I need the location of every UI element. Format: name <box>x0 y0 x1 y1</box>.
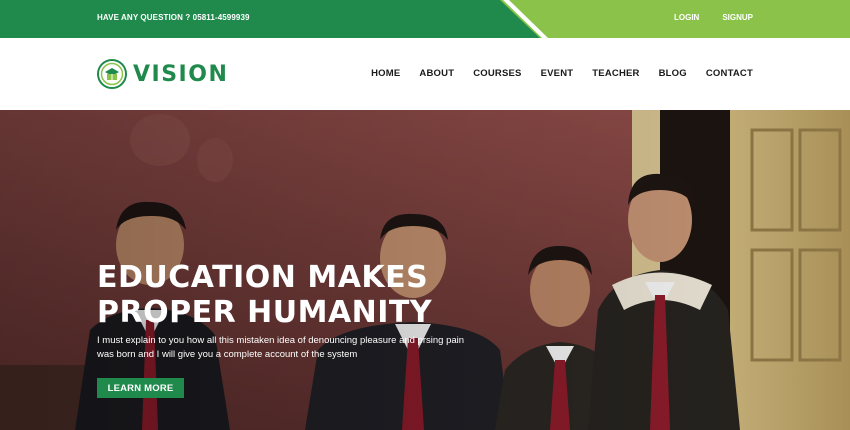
nav-about[interactable]: ABOUT <box>419 68 454 79</box>
auth-links: LOGIN SIGNUP <box>674 13 753 22</box>
site-logo[interactable]: VISION <box>97 59 228 89</box>
school-emblem-icon <box>97 59 127 89</box>
nav-teacher[interactable]: TEACHER <box>592 68 639 79</box>
hero-title: EDUCATION MAKES PROPER HUMANITY <box>97 260 432 330</box>
nav-event[interactable]: EVENT <box>541 68 574 79</box>
main-nav: HOME ABOUT COURSES EVENT TEACHER BLOG CO… <box>371 68 753 79</box>
top-bar: HAVE ANY QUESTION ? 05811-4599939 LOGIN … <box>0 0 850 38</box>
nav-courses[interactable]: COURSES <box>473 68 521 79</box>
hero-title-line-1: EDUCATION MAKES <box>97 260 429 295</box>
hero-title-line-2: PROPER HUMANITY <box>97 295 433 330</box>
logo-text: VISION <box>133 61 229 87</box>
hero-banner: EDUCATION MAKES PROPER HUMANITY I must e… <box>0 110 850 430</box>
nav-home[interactable]: HOME <box>371 68 400 79</box>
site-header: VISION HOME ABOUT COURSES EVENT TEACHER … <box>0 38 850 110</box>
contact-question-phone: HAVE ANY QUESTION ? 05811-4599939 <box>97 13 250 22</box>
login-link[interactable]: LOGIN <box>674 13 699 22</box>
nav-blog[interactable]: BLOG <box>659 68 687 79</box>
nav-contact[interactable]: CONTACT <box>706 68 753 79</box>
learn-more-button[interactable]: LEARN MORE <box>97 378 184 398</box>
signup-link[interactable]: SIGNUP <box>722 13 753 22</box>
hero-description: I must explain to you how all this mista… <box>97 335 465 360</box>
top-bar-green-panel <box>0 0 540 38</box>
